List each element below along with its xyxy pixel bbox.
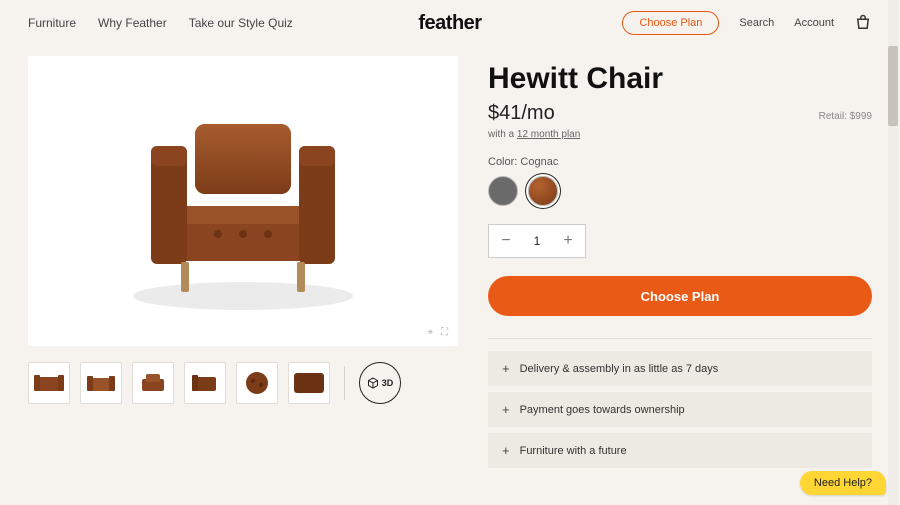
quantity-value: 1 bbox=[523, 234, 551, 248]
plus-icon: + bbox=[502, 361, 510, 376]
accordion: + Delivery & assembly in as little as 7 … bbox=[488, 351, 872, 468]
plus-icon: + bbox=[502, 443, 510, 458]
thumbnail[interactable] bbox=[80, 362, 122, 404]
thumbnail-3d-label: 3D bbox=[382, 378, 394, 388]
product-title: Hewitt Chair bbox=[488, 62, 872, 96]
scrollbar-thumb[interactable] bbox=[888, 46, 898, 126]
accordion-item-label: Delivery & assembly in as little as 7 da… bbox=[520, 363, 719, 375]
nav-right: Choose Plan Search Account bbox=[622, 11, 872, 35]
plus-icon: + bbox=[502, 402, 510, 417]
swatch-grey[interactable] bbox=[488, 176, 518, 206]
thumbnail-row: 3D bbox=[28, 362, 458, 404]
thumbnail-separator bbox=[344, 366, 345, 400]
choose-plan-nav-button[interactable]: Choose Plan bbox=[622, 11, 719, 35]
product-image bbox=[113, 86, 373, 316]
accordion-item-label: Furniture with a future bbox=[520, 445, 627, 457]
thumbnail[interactable] bbox=[288, 362, 330, 404]
product-viewer[interactable]: ⌖ ⛶ bbox=[28, 56, 458, 346]
accordion-item-ownership[interactable]: + Payment goes towards ownership bbox=[488, 392, 872, 427]
plan-note-prefix: with a bbox=[488, 129, 517, 140]
quantity-increment-button[interactable]: + bbox=[551, 224, 585, 258]
color-value: Cognac bbox=[520, 156, 558, 168]
nav-link-furniture[interactable]: Furniture bbox=[28, 16, 76, 30]
thumbnail-3d-button[interactable]: 3D bbox=[359, 362, 401, 404]
nav-link-why[interactable]: Why Feather bbox=[98, 16, 167, 30]
cube-icon bbox=[367, 377, 379, 389]
color-swatches bbox=[488, 176, 872, 206]
top-nav: Furniture Why Feather Take our Style Qui… bbox=[0, 0, 900, 46]
retail-price: Retail: $999 bbox=[819, 111, 872, 122]
quantity-row: − 1 + bbox=[488, 224, 872, 258]
ar-icon[interactable]: ⌖ bbox=[427, 327, 433, 338]
quantity-stepper: − 1 + bbox=[488, 224, 586, 258]
plan-link[interactable]: 12 month plan bbox=[517, 129, 580, 140]
nav-link-quiz[interactable]: Take our Style Quiz bbox=[189, 16, 293, 30]
color-row: Color: Cognac bbox=[488, 156, 872, 206]
plan-note: with a 12 month plan bbox=[488, 129, 872, 140]
nav-left: Furniture Why Feather Take our Style Qui… bbox=[28, 16, 293, 30]
color-label: Color: bbox=[488, 156, 520, 168]
quantity-decrement-button[interactable]: − bbox=[489, 224, 523, 258]
thumbnail[interactable] bbox=[28, 362, 70, 404]
thumbnail[interactable] bbox=[184, 362, 226, 404]
viewer-column: ⌖ ⛶ 3 bbox=[28, 56, 458, 468]
choose-plan-button[interactable]: Choose Plan bbox=[488, 276, 872, 316]
divider bbox=[488, 338, 872, 339]
product-details: Hewitt Chair $41/mo Retail: $999 with a … bbox=[488, 56, 872, 468]
accordion-item-label: Payment goes towards ownership bbox=[520, 404, 685, 416]
nav-link-account[interactable]: Account bbox=[794, 17, 834, 29]
accordion-item-future[interactable]: + Furniture with a future bbox=[488, 433, 872, 468]
nav-link-search[interactable]: Search bbox=[739, 17, 774, 29]
swatch-cognac[interactable] bbox=[528, 176, 558, 206]
logo[interactable]: feather bbox=[418, 12, 481, 35]
thumbnail[interactable] bbox=[236, 362, 278, 404]
expand-icon[interactable]: ⛶ bbox=[441, 327, 448, 338]
product-price: $41/mo bbox=[488, 102, 555, 125]
cart-icon[interactable] bbox=[854, 14, 872, 32]
accordion-item-delivery[interactable]: + Delivery & assembly in as little as 7 … bbox=[488, 351, 872, 386]
main: ⌖ ⛶ 3 bbox=[0, 46, 900, 468]
help-badge[interactable]: Need Help? bbox=[800, 471, 886, 495]
thumbnail[interactable] bbox=[132, 362, 174, 404]
viewer-controls: ⌖ ⛶ bbox=[427, 327, 448, 338]
